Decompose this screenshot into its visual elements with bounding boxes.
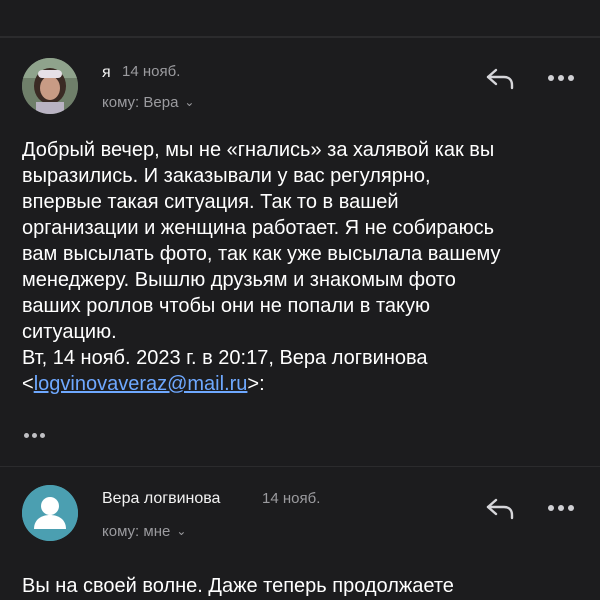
body-line: Добрый вечер, мы не «гнались» за халявой… bbox=[22, 139, 495, 161]
recipients-toggle[interactable]: кому: Вера ⌄ bbox=[102, 94, 194, 111]
quote-email-prefix: < bbox=[22, 373, 34, 395]
person-icon bbox=[22, 485, 78, 541]
ellipsis-icon bbox=[24, 433, 29, 438]
more-button[interactable] bbox=[548, 75, 574, 83]
quote-header: Вт, 14 нояб. 2023 г. в 20:17, Вера логви… bbox=[22, 347, 428, 369]
chevron-down-icon: ⌄ bbox=[176, 524, 187, 538]
body-line: менеджеру. Вышлю друзьям и знакомым фото bbox=[22, 269, 456, 291]
recipients-label: кому: мне bbox=[102, 523, 171, 540]
quote-email-suffix: >: bbox=[247, 373, 265, 395]
more-icon bbox=[548, 75, 554, 81]
show-quoted-text-button[interactable] bbox=[24, 433, 48, 439]
sender-name: Вера логвинова bbox=[102, 490, 221, 507]
body-line: Вы на своей волне. Даже теперь продолжае… bbox=[22, 575, 454, 597]
body-line: ваших роллов чтобы они не попали в такую bbox=[22, 295, 430, 317]
message-date: 14 нояб. bbox=[122, 63, 181, 80]
message-body: Добрый вечер, мы не «гнались» за халявой… bbox=[22, 137, 582, 397]
recipients-toggle[interactable]: кому: мне ⌄ bbox=[102, 523, 186, 540]
reply-icon bbox=[486, 68, 514, 90]
chevron-down-icon: ⌄ bbox=[184, 95, 195, 109]
message-body: Вы на своей волне. Даже теперь продолжае… bbox=[22, 573, 582, 599]
reply-button[interactable] bbox=[484, 496, 518, 520]
email-message: я 14 нояб. кому: Вера ⌄ Добрый вечер, мы … bbox=[0, 38, 600, 466]
email-link[interactable]: logvinovaveraz@mail.ru bbox=[34, 373, 248, 395]
email-message: Вера логвинова 14 нояб. кому: мне ⌄ Вы на… bbox=[0, 466, 600, 600]
quote-email-line: <logvinovaveraz@mail.ru>: bbox=[22, 371, 582, 397]
reply-icon bbox=[486, 498, 514, 520]
avatar[interactable] bbox=[22, 485, 78, 541]
body-line: вам высылать фото, так как уже высылала … bbox=[22, 243, 501, 265]
more-button[interactable] bbox=[548, 505, 574, 513]
body-line: организации и женщина работает. Я не соб… bbox=[22, 217, 495, 239]
reply-button[interactable] bbox=[484, 66, 518, 90]
sender-name: я bbox=[102, 64, 111, 81]
message-date: 14 нояб. bbox=[262, 490, 321, 507]
more-icon bbox=[548, 505, 554, 511]
body-line: впервые такая ситуация. Так то в вашей bbox=[22, 191, 399, 213]
top-bar bbox=[0, 0, 600, 36]
avatar-photo bbox=[22, 58, 78, 114]
avatar[interactable] bbox=[22, 58, 78, 114]
body-line: ситуацию. bbox=[22, 321, 117, 343]
recipients-label: кому: Вера bbox=[102, 94, 179, 111]
body-line: выразились. И заказывали у вас регулярно… bbox=[22, 165, 431, 187]
